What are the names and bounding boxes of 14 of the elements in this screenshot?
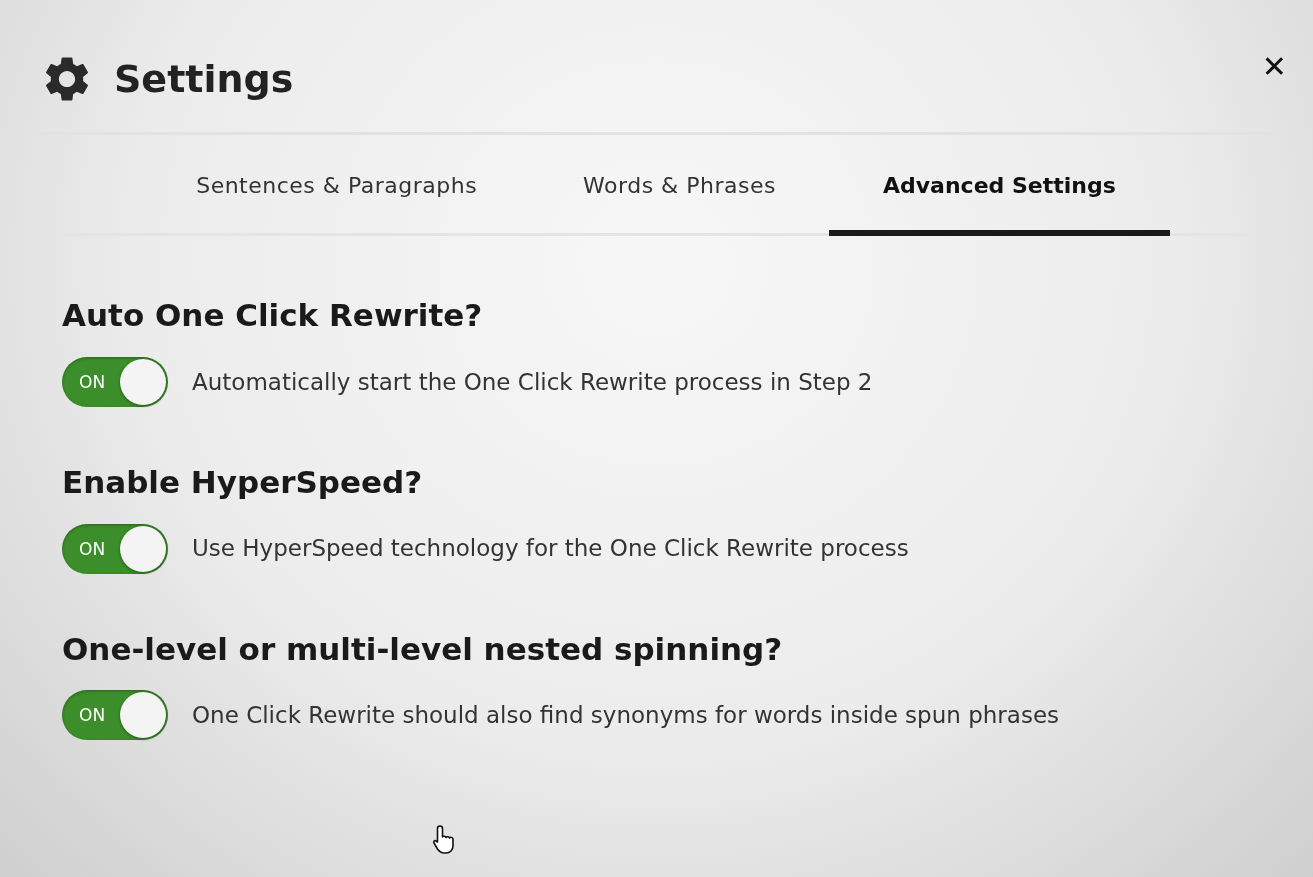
- setting-heading: Enable HyperSpeed?: [62, 462, 424, 502]
- setting-description: One Click Rewrite should also find synonyms for words inside spun phrases: [192, 701, 1059, 730]
- close-button[interactable]: ✕: [1261, 52, 1287, 82]
- setting-description: Use HyperSpeed technology for the One Click Rewrite process: [192, 534, 909, 564]
- setting-heading: One-level or multi-level nested spinning?: [62, 629, 784, 669]
- setting-description: Automatically start the One Click Rewrite process in Step 2: [192, 367, 873, 397]
- toggle-switch[interactable]: ON: [62, 523, 168, 574]
- toggle-switch[interactable]: ON: [62, 356, 168, 407]
- setting-heading: Auto One Click Rewrite?: [62, 296, 484, 335]
- tab[interactable]: Words & Phrases: [530, 165, 829, 233]
- tab[interactable]: Advanced Settings: [828, 165, 1170, 236]
- tab[interactable]: Sentences & Paragraphs: [143, 165, 531, 233]
- dialog-title: Settings: [114, 60, 294, 98]
- toggle-switch[interactable]: ON: [62, 690, 168, 741]
